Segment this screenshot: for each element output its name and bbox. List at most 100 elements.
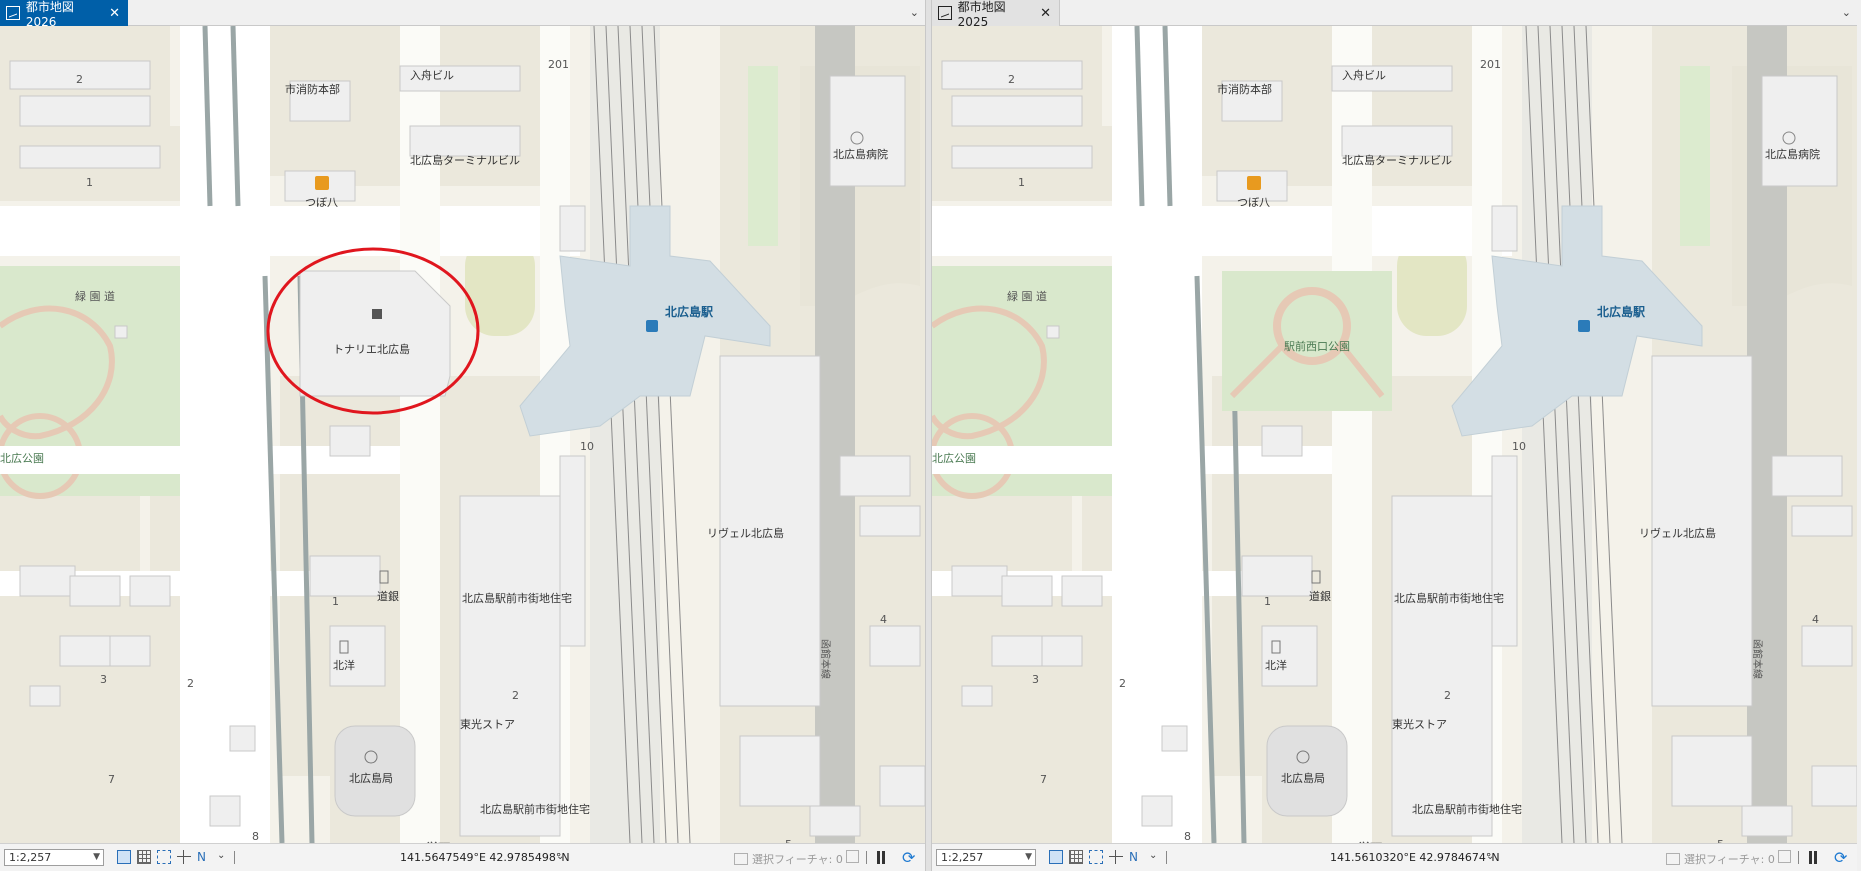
tab-title: 都市地図2026 [25, 0, 74, 29]
building [951, 145, 1093, 169]
chevron-down-icon[interactable]: ⌄ [1486, 851, 1494, 862]
building [809, 805, 861, 837]
map-label-hokuyo: 北洋 [1265, 658, 1287, 672]
road [180, 26, 270, 843]
green-strip [748, 66, 778, 246]
chevron-down-icon[interactable]: ⌄ [1842, 6, 1851, 19]
map-view[interactable]: トナリエ北広島 2 市消防本部 入舟ビル 201 1 北広島ターミナルビル 北広島病院 つぼ八緑… [0, 26, 925, 843]
building [409, 125, 521, 157]
map-label-block-1-mid: 1 [1264, 595, 1271, 608]
map-label-block-3: 3 [100, 673, 107, 686]
building [19, 565, 76, 597]
map-label-hospital: 北広島病院 [833, 147, 888, 161]
crosshair-icon[interactable] [1109, 850, 1123, 864]
grid-icon[interactable] [137, 850, 151, 864]
pause-drawing-icon[interactable] [1808, 851, 1818, 864]
refresh-icon[interactable]: ⟳ [902, 848, 915, 867]
road [0, 206, 580, 256]
tab-map-2026[interactable]: 都市地図2026 ✕ [0, 0, 128, 29]
post-office-building [334, 725, 416, 817]
refresh-icon[interactable]: ⟳ [1834, 848, 1847, 867]
coordinate-readout: 141.5647549°E 42.9785498°N [400, 851, 570, 864]
map-label-tsubohachi: つぼ八 [1237, 196, 1270, 209]
chevron-down-icon[interactable]: ⌄ [910, 6, 919, 19]
map-label-block-8: 8 [1184, 830, 1191, 843]
scale-selector[interactable]: 1:2,257 ▼ [4, 849, 104, 866]
tab-bar: 都市地図2025 ✕ ⌄ [932, 0, 1857, 29]
building [559, 455, 586, 647]
map-label-riverle: リヴェル北広島 [1639, 526, 1716, 540]
coordinate-readout: 141.5610320°E 42.9784674°N [1330, 851, 1500, 864]
map-label-hospital: 北広島病院 [1765, 147, 1820, 161]
building [459, 495, 561, 837]
map-view[interactable]: 駅前西口公園 2 市消防本部 入舟ビル 201 1 北広島ターミナルビル 北広島病院 つぼ八緑 … [932, 26, 1857, 843]
clear-selection-icon[interactable] [1778, 850, 1791, 863]
map-label-apartments-1: 北広島駅前市街地住宅 [1394, 591, 1504, 605]
building [1671, 735, 1753, 807]
map-pane-2025: 都市地図2025 ✕ ⌄ 駅前西口公園 2 市消防本部 入舟ビル 201 1 北広島ターミナ… [932, 0, 1857, 871]
map-label-fire-hq: 市消防本部 [285, 82, 340, 96]
building [1741, 805, 1793, 837]
pane-splitter[interactable] [925, 0, 932, 871]
building [229, 725, 256, 752]
pause-drawing-icon[interactable] [876, 851, 886, 864]
selection-icon [1666, 853, 1680, 865]
clear-selection-icon[interactable] [846, 850, 859, 863]
map-label-toko-store: 東光ストア [1392, 717, 1447, 731]
building [1811, 765, 1857, 807]
map-label-tsubohachi: つぼ八 [305, 196, 338, 209]
grid-toggle-icon[interactable] [1049, 850, 1063, 864]
building [859, 505, 921, 537]
map-label-riverle: リヴェル北広島 [707, 526, 784, 540]
map-label-park-west: 駅前西口公園 [1284, 339, 1350, 353]
chevron-down-icon[interactable]: ⌄ [556, 851, 564, 862]
building [951, 95, 1083, 127]
map-label-block-4: 4 [880, 613, 887, 626]
building [329, 425, 371, 457]
tab-map-2025[interactable]: 都市地図2025 ✕ [932, 0, 1060, 29]
map-label-apartments-1: 北広島駅前市街地住宅 [462, 591, 572, 605]
separator [234, 851, 235, 864]
map-label-kitahiroshima-park: 北広公園 [0, 452, 44, 465]
shopping-icon [372, 309, 382, 319]
scale-selector[interactable]: 1:2,257 ▼ [936, 849, 1036, 866]
chevron-down-icon[interactable]: ⌄ [1149, 850, 1157, 861]
map-label-n10: 10 [580, 440, 594, 453]
map-canvas[interactable]: 駅前西口公園 2 市消防本部 入舟ビル 201 1 北広島ターミナルビル 北広島病院つぼ八緑 … [932, 26, 1857, 843]
map-label-n10: 10 [1512, 440, 1526, 453]
snap-icon[interactable] [1089, 850, 1103, 864]
selected-features-label: 選択フィーチャ: 0 [1684, 853, 1775, 866]
map-label-block-2-low: 2 [1444, 689, 1451, 702]
map-label-post-office: 北広島局 [1281, 771, 1325, 785]
selected-features: 選択フィーチャ: 0 [734, 851, 843, 867]
navigation-icon[interactable]: N [197, 850, 211, 864]
close-icon[interactable]: ✕ [109, 6, 120, 21]
grid-icon[interactable] [1069, 850, 1083, 864]
map-label-rail-label: 函館本線 [819, 639, 832, 679]
close-icon[interactable]: ✕ [1040, 6, 1051, 21]
chevron-down-icon[interactable]: ⌄ [217, 850, 225, 861]
map-label-block-2-low: 2 [512, 689, 519, 702]
scale-value: 1:2,257 [941, 851, 984, 864]
map-label-apartments-2: 北広島駅前市街地住宅 [480, 802, 590, 816]
restaurant-icon [315, 176, 329, 190]
map-label-block-1-top: 1 [1018, 176, 1025, 189]
selected-features: 選択フィーチャ: 0 [1666, 851, 1775, 867]
building [559, 205, 586, 252]
separator [866, 851, 867, 864]
chevron-down-icon: ▼ [1025, 852, 1032, 862]
tab-bar: 都市地図2026 ✕ ⌄ [0, 0, 925, 29]
navigation-icon[interactable]: N [1129, 850, 1143, 864]
building [1491, 205, 1518, 252]
map-label-block-2-top: 2 [76, 73, 83, 86]
building [839, 455, 911, 497]
snap-icon[interactable] [157, 850, 171, 864]
building [739, 735, 821, 807]
map-label-iri-bldg: 入舟ビル [410, 68, 454, 82]
map-label-ryokuin-road: 緑 園 道 [75, 289, 115, 303]
train-icon [646, 320, 658, 332]
building [209, 795, 241, 827]
crosshair-icon[interactable] [177, 850, 191, 864]
grid-toggle-icon[interactable] [117, 850, 131, 864]
map-canvas[interactable]: トナリエ北広島 2 市消防本部 入舟ビル 201 1 北広島ターミナルビル 北広島病院つぼ八緑… [0, 26, 925, 843]
